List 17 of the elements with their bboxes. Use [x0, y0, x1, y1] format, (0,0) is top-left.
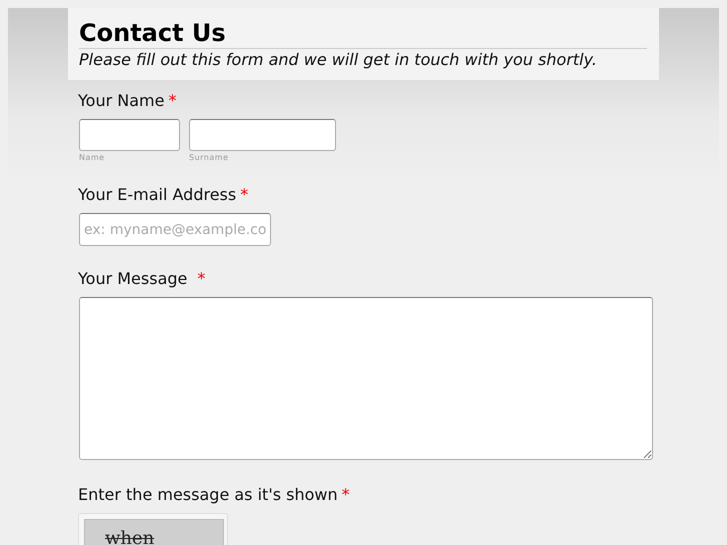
required-mark: * [240, 185, 248, 204]
sublabel: Surname [189, 153, 230, 162]
name-field[interactable] [79, 119, 180, 151]
sublabel: Name [79, 153, 106, 162]
field-label: Your Message [78, 269, 188, 288]
field-label: Your E-mail Address [78, 185, 236, 204]
required-mark: * [168, 91, 176, 110]
required-mark: * [342, 485, 350, 504]
email-field[interactable]: ex: myname@example.co [79, 213, 271, 246]
message-field[interactable] [79, 297, 653, 460]
name-field[interactable] [189, 119, 336, 151]
required-mark: * [197, 269, 206, 288]
form-subtitle: Please fill out this form and we will get in touch with you shortly. [79, 50, 598, 69]
field-label: Your Name [78, 91, 164, 110]
field-label: Enter the message as it's shown [78, 485, 338, 504]
form-title: Contact Us [79, 18, 227, 48]
captcha-word: when [105, 528, 154, 545]
